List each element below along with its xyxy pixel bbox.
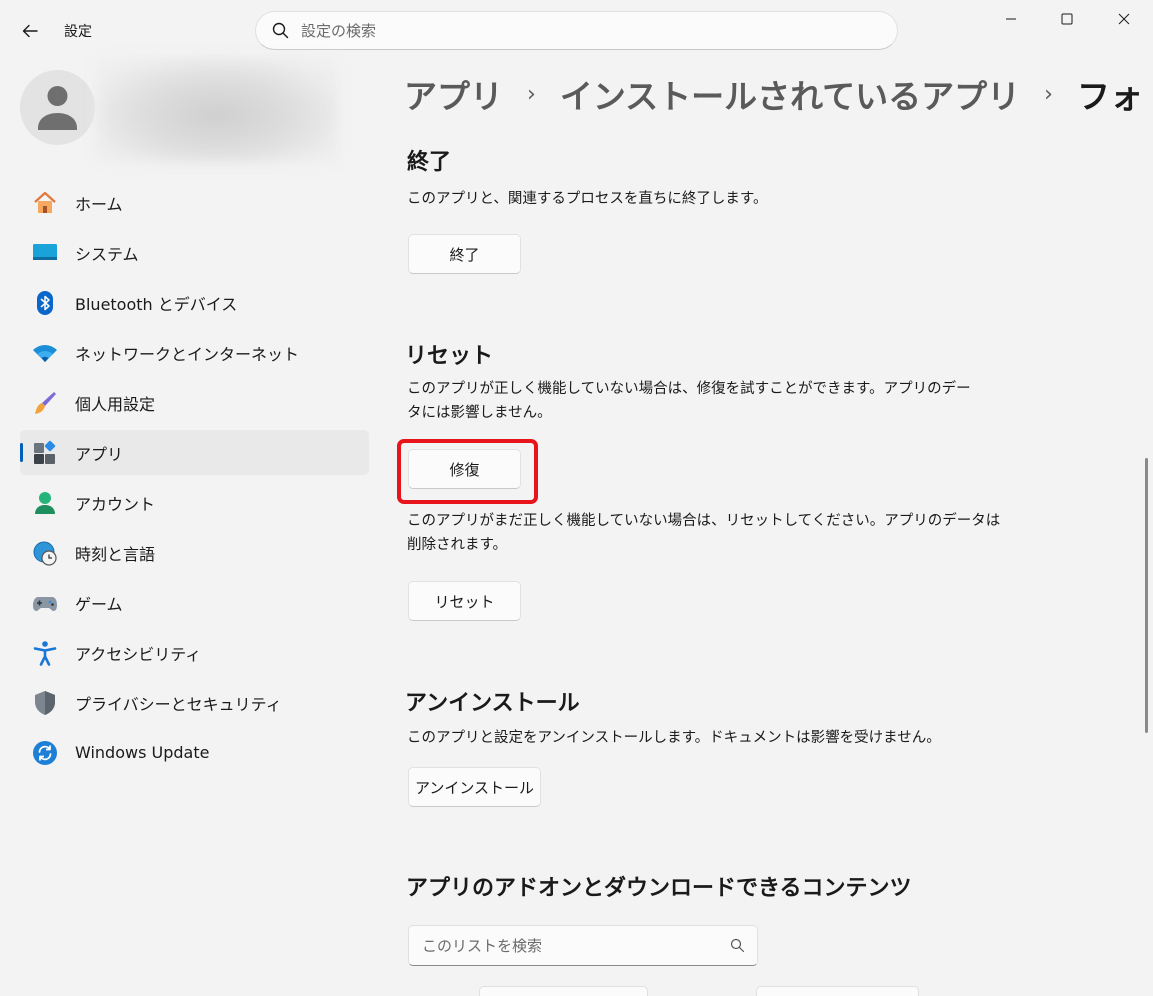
content-scrollbar[interactable] [1145, 458, 1148, 733]
reset-description-line: 削除されます。 [407, 537, 508, 553]
breadcrumb-apps-link[interactable]: アプリ [404, 70, 503, 118]
maximize-button[interactable] [1044, 4, 1090, 34]
sidebar-item-windows-update[interactable]: Windows Update [20, 730, 369, 775]
terminate-description: このアプリと、関連するプロセスを直ちに終了します。 [407, 191, 768, 207]
apps-icon [32, 440, 58, 466]
uninstall-button[interactable]: アンインストール [408, 767, 541, 807]
addons-filter-dropdown[interactable] [479, 986, 648, 996]
addons-sort-dropdown[interactable] [756, 986, 919, 996]
page-title: フォト [1076, 77, 1153, 116]
breadcrumb-installed-apps-link[interactable]: インストールされているアプリ [560, 70, 1020, 118]
uninstall-heading: アンインストール [405, 691, 580, 716]
gamepad-icon [32, 590, 58, 616]
sidebar-item-label: 個人用設定 [75, 394, 156, 414]
account-icon [32, 490, 58, 516]
sidebar-item-privacy-security[interactable]: プライバシーとセキュリティ [20, 680, 369, 725]
addons-search-box[interactable] [408, 925, 758, 966]
sidebar-item-label: Bluetooth とデバイス [75, 294, 238, 314]
sidebar-item-label: アプリ [75, 444, 124, 464]
sidebar-item-network[interactable]: ネットワークとインターネット [20, 330, 369, 375]
search-icon [272, 22, 289, 39]
reset-button[interactable]: リセット [408, 581, 521, 621]
blurred-account-info [96, 58, 338, 162]
minimize-button[interactable] [988, 4, 1034, 34]
reset-heading: リセット [405, 344, 494, 369]
sidebar-item-label: ホーム [75, 194, 123, 214]
minimize-icon [1006, 18, 1016, 20]
repair-description-line: このアプリが正しく機能していない場合は、修復を試すことができます。アプリのデー [407, 381, 971, 397]
addons-heading: アプリのアドオンとダウンロードできるコンテンツ [406, 876, 912, 901]
settings-search-box[interactable] [255, 11, 898, 50]
back-button[interactable] [14, 16, 46, 46]
sidebar-item-label: ゲーム [75, 594, 123, 614]
window-title: 設定 [64, 24, 92, 40]
sidebar-item-label: システム [75, 244, 139, 264]
wifi-icon [32, 340, 58, 366]
system-icon [32, 240, 58, 266]
sidebar-item-home[interactable]: ホーム [20, 180, 369, 225]
sidebar-item-label: プライバシーとセキュリティ [75, 694, 282, 714]
sidebar-item-accessibility[interactable]: アクセシビリティ [20, 630, 369, 675]
terminate-button[interactable]: 終了 [408, 234, 521, 274]
reset-description: このアプリがまだ正しく機能していない場合は、リセットしてください。アプリのデータ… [407, 509, 1000, 557]
close-button[interactable] [1101, 4, 1147, 34]
repair-description-line: タには影響しません。 [407, 405, 552, 421]
back-arrow-icon [22, 24, 38, 38]
sidebar-item-label: 時刻と言語 [75, 544, 156, 564]
breadcrumb-separator: › [527, 81, 536, 107]
accessibility-icon [32, 640, 58, 666]
home-icon [32, 190, 58, 216]
uninstall-description: このアプリと設定をアンインストールします。ドキュメントは影響を受けません。 [407, 730, 941, 746]
sidebar-item-apps[interactable]: アプリ [20, 430, 369, 475]
sidebar-item-label: アカウント [75, 494, 156, 514]
sidebar-item-label: Windows Update [75, 743, 210, 762]
sidebar-item-personalization[interactable]: 個人用設定 [20, 380, 369, 425]
user-avatar[interactable] [20, 70, 95, 145]
sidebar-item-label: ネットワークとインターネット [75, 344, 300, 364]
sidebar-nav: ホーム システム Bluetooth とデバイス ネットワークとインターネット … [20, 180, 369, 780]
shield-icon [32, 690, 58, 716]
repair-button[interactable]: 修復 [408, 449, 521, 489]
repair-description: このアプリが正しく機能していない場合は、修復を試すことができます。アプリのデー … [407, 377, 971, 425]
sidebar-item-accounts[interactable]: アカウント [20, 480, 369, 525]
sidebar-item-time-language[interactable]: 時刻と言語 [20, 530, 369, 575]
brush-icon [32, 390, 58, 416]
reset-description-line: このアプリがまだ正しく機能していない場合は、リセットしてください。アプリのデータ… [407, 513, 1001, 529]
sidebar-item-system[interactable]: システム [20, 230, 369, 275]
sidebar-item-label: アクセシビリティ [75, 644, 202, 664]
close-icon [1118, 13, 1130, 25]
sidebar-item-bluetooth[interactable]: Bluetooth とデバイス [20, 280, 369, 325]
breadcrumb: アプリ › インストールされているアプリ › フォト [404, 70, 1153, 118]
breadcrumb-separator: › [1044, 81, 1053, 107]
maximize-icon [1061, 13, 1073, 25]
time-language-icon [32, 540, 58, 566]
sidebar-item-gaming[interactable]: ゲーム [20, 580, 369, 625]
settings-search-input[interactable] [301, 21, 861, 40]
addons-search-input[interactable] [422, 936, 722, 955]
update-icon [32, 740, 58, 766]
user-icon [38, 86, 77, 130]
bluetooth-icon [32, 290, 58, 316]
terminate-heading: 終了 [407, 150, 452, 175]
search-icon [730, 938, 745, 953]
